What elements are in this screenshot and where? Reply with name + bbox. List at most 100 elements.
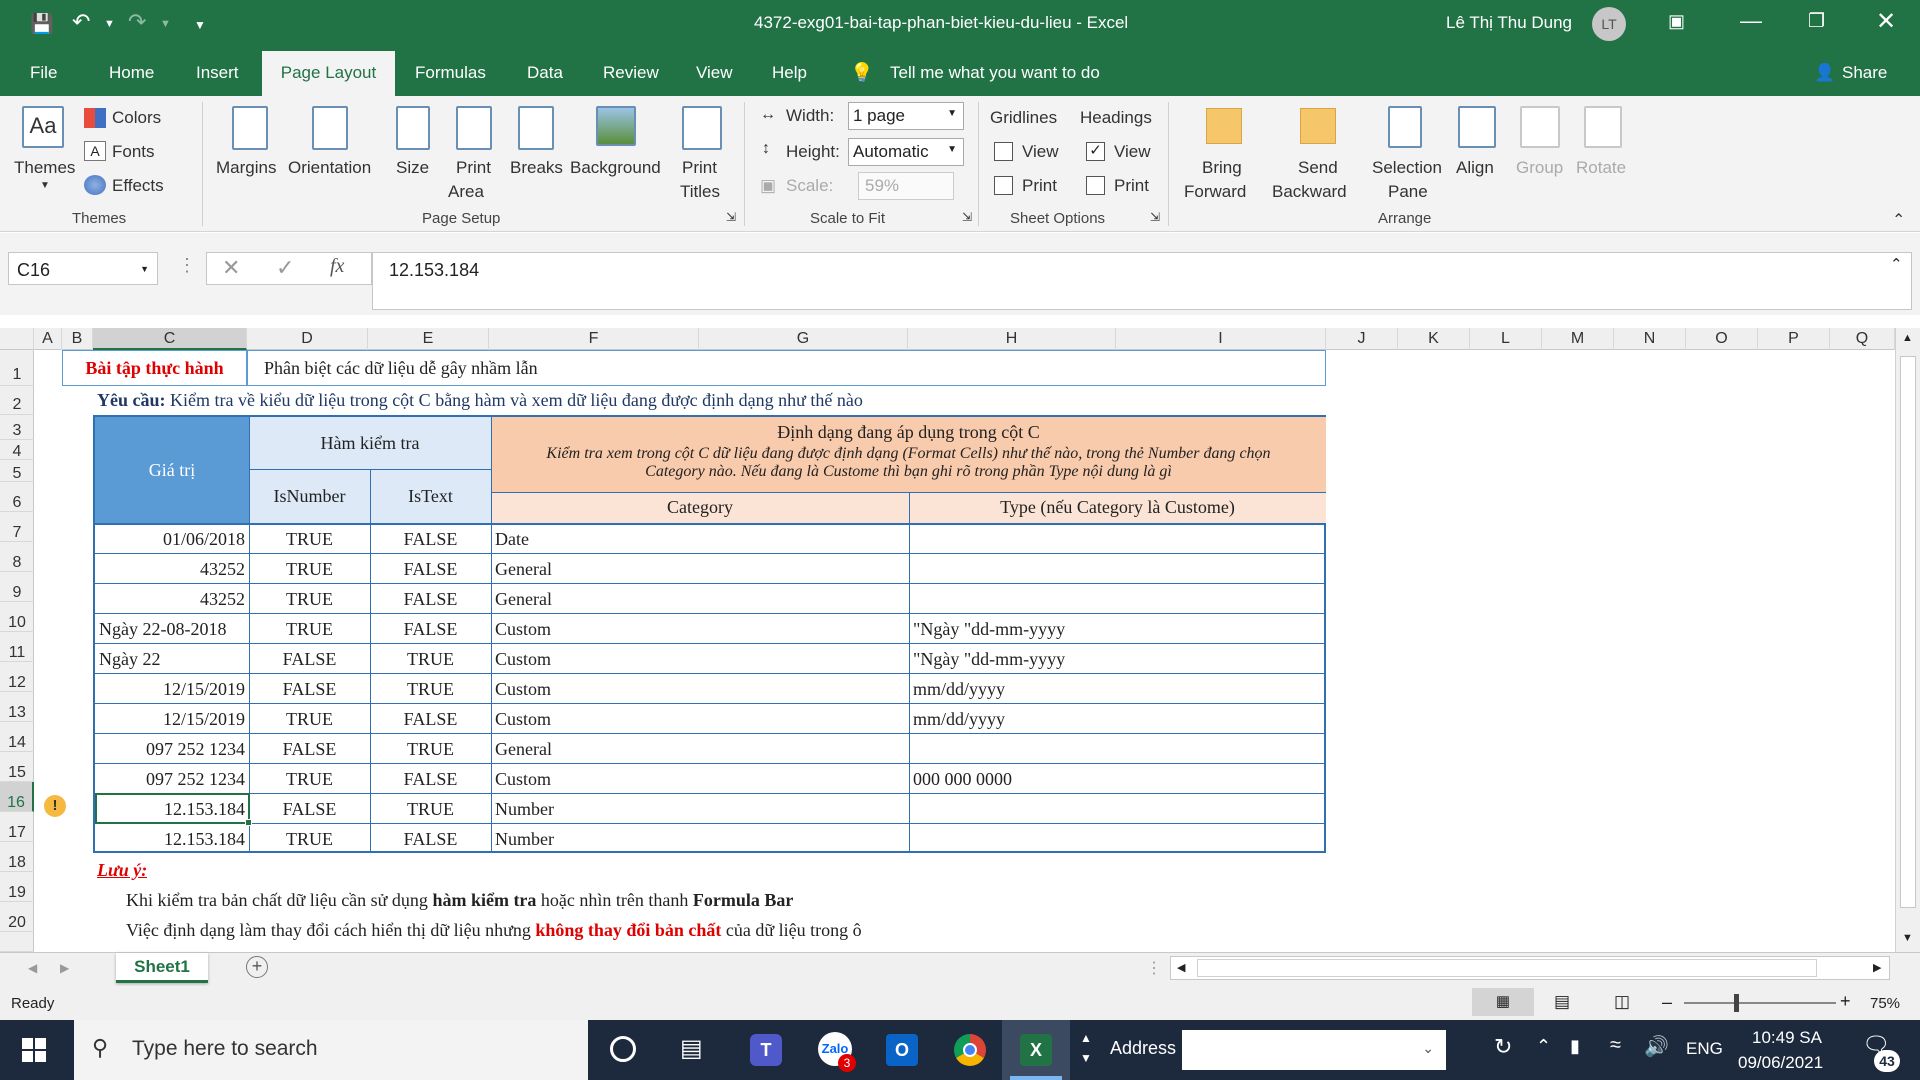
cell-category[interactable]: Custom xyxy=(491,614,909,644)
selection-pane-button[interactable]: Selection xyxy=(1372,158,1442,178)
address-input[interactable]: ⌄ xyxy=(1182,1030,1446,1070)
tab-view[interactable]: View xyxy=(696,63,733,83)
row-header[interactable]: 20 xyxy=(0,902,34,932)
teams-icon[interactable]: T xyxy=(750,1034,782,1066)
cell-istext[interactable]: FALSE xyxy=(370,554,491,584)
tab-formulas[interactable]: Formulas xyxy=(415,63,486,83)
row-header[interactable]: 6 xyxy=(0,482,34,512)
row-header[interactable]: 5 xyxy=(0,460,34,482)
cell-type[interactable] xyxy=(909,824,1326,854)
zoom-slider-thumb[interactable] xyxy=(1734,994,1739,1012)
col-header-l[interactable]: L xyxy=(1470,328,1542,350)
col-header-p[interactable]: P xyxy=(1758,328,1830,350)
cell-value[interactable]: 43252 xyxy=(95,554,249,584)
headings-view-checkbox[interactable]: ✓ xyxy=(1086,142,1105,161)
name-box[interactable]: C16 ▼ xyxy=(8,252,158,285)
row-header[interactable]: 15 xyxy=(0,752,34,782)
avatar[interactable]: LT xyxy=(1592,7,1626,41)
collapse-ribbon-icon[interactable]: ⌃ xyxy=(1892,210,1905,230)
note-title[interactable]: Lưu ý: xyxy=(97,860,147,881)
expand-formula-icon[interactable]: ⌃ xyxy=(1890,255,1903,273)
cell-isnumber[interactable]: TRUE xyxy=(249,524,370,554)
size-icon[interactable] xyxy=(396,106,430,150)
vertical-scrollbar[interactable]: ▲ ▼ xyxy=(1895,328,1920,952)
header-ham-kiem-tra[interactable]: Hàm kiểm tra xyxy=(249,417,491,469)
sheet-options-launcher-icon[interactable]: ⇲ xyxy=(1150,210,1160,224)
cell-type[interactable] xyxy=(909,584,1326,614)
row-header[interactable]: 3 xyxy=(0,415,34,440)
cell-value[interactable]: 43252 xyxy=(95,584,249,614)
horizontal-scrollbar[interactable]: ◀ ▶ xyxy=(1170,956,1890,980)
col-header-k[interactable]: K xyxy=(1398,328,1470,350)
battery-icon[interactable]: ▮ xyxy=(1570,1036,1580,1057)
cell-istext[interactable]: FALSE xyxy=(370,524,491,554)
scroll-left-icon[interactable]: ◀ xyxy=(1177,961,1185,974)
gridlines-print-checkbox[interactable] xyxy=(994,176,1013,195)
cell-isnumber[interactable]: TRUE xyxy=(249,764,370,794)
row-header[interactable]: 1 xyxy=(0,350,34,386)
cell-value[interactable]: 12/15/2019 xyxy=(95,704,249,734)
background-icon[interactable] xyxy=(596,106,636,146)
row-header[interactable]: 8 xyxy=(0,542,34,572)
task-view-icon[interactable]: ▤ xyxy=(680,1034,703,1063)
row-header[interactable]: 4 xyxy=(0,440,34,460)
sheet-next-icon[interactable]: ▶ xyxy=(60,961,69,975)
cell-type[interactable]: 000 000 0000 xyxy=(909,764,1326,794)
cell-istext[interactable]: FALSE xyxy=(370,764,491,794)
customize-qat-icon[interactable]: ▼ xyxy=(194,18,206,32)
fill-handle[interactable] xyxy=(245,819,252,826)
undo-icon[interactable]: ↶ xyxy=(72,9,90,35)
header-category[interactable]: Category xyxy=(491,492,909,523)
rotate-icon[interactable] xyxy=(1584,106,1622,148)
row-header[interactable]: 19 xyxy=(0,872,34,902)
page-layout-view-icon[interactable]: ▤ xyxy=(1554,992,1570,1012)
col-header-i[interactable]: I xyxy=(1116,328,1326,350)
row-header[interactable]: 10 xyxy=(0,602,34,632)
close-icon[interactable]: ✕ xyxy=(1876,7,1896,36)
row-header[interactable]: 9 xyxy=(0,572,34,602)
cell-istext[interactable]: FALSE xyxy=(370,614,491,644)
zoom-in-icon[interactable]: + xyxy=(1840,991,1851,1012)
themes-dropdown-icon[interactable]: ▼ xyxy=(40,180,50,191)
cell-istext[interactable]: TRUE xyxy=(370,674,491,704)
cell-isnumber[interactable]: FALSE xyxy=(249,674,370,704)
gridlines-view-checkbox[interactable] xyxy=(994,142,1013,161)
col-header-c[interactable]: C xyxy=(93,328,247,350)
cell-istext[interactable]: FALSE xyxy=(370,704,491,734)
scroll-thumb[interactable] xyxy=(1900,356,1916,908)
col-header-e[interactable]: E xyxy=(368,328,489,350)
scroll-down-icon[interactable]: ▼ xyxy=(1902,932,1913,944)
col-header-g[interactable]: G xyxy=(699,328,908,350)
zoom-level[interactable]: 75% xyxy=(1870,995,1900,1012)
minimize-icon[interactable]: — xyxy=(1740,8,1762,34)
col-header-f[interactable]: F xyxy=(489,328,699,350)
cancel-icon[interactable]: ✕ xyxy=(222,255,240,281)
cell-category[interactable]: Custom xyxy=(491,704,909,734)
clock-date[interactable]: 09/06/2021 xyxy=(1738,1053,1823,1073)
row-header[interactable]: 16 xyxy=(0,782,34,812)
row-header[interactable]: 17 xyxy=(0,812,34,842)
wifi-icon[interactable]: ≈ xyxy=(1610,1034,1621,1057)
rotate-button[interactable]: Rotate xyxy=(1576,158,1626,178)
col-header-b[interactable]: B xyxy=(62,328,93,350)
cell-category[interactable]: Date xyxy=(491,524,909,554)
col-header-q[interactable]: Q xyxy=(1830,328,1895,350)
breaks-button[interactable]: Breaks xyxy=(510,158,563,178)
scale-spinner[interactable]: 59% xyxy=(858,172,954,200)
orientation-button[interactable]: Orientation xyxy=(288,158,371,178)
breaks-icon[interactable] xyxy=(518,106,554,150)
cell-d1[interactable]: Phân biệt các dữ liệu dễ gây nhầm lẫn xyxy=(247,350,1326,386)
cell-type[interactable] xyxy=(909,734,1326,764)
cell-type[interactable]: "Ngày "dd-mm-yyyy xyxy=(909,644,1326,674)
select-all-corner[interactable] xyxy=(0,328,34,350)
tab-insert[interactable]: Insert xyxy=(196,63,239,83)
add-sheet-icon[interactable]: + xyxy=(246,956,268,978)
send-backward-icon[interactable] xyxy=(1300,108,1336,144)
col-header-d[interactable]: D xyxy=(247,328,368,350)
header-isnumber[interactable]: IsNumber xyxy=(249,469,370,523)
cell-value[interactable]: Ngày 22 xyxy=(95,644,249,674)
background-button[interactable]: Background xyxy=(570,158,661,178)
cell-category[interactable]: Custom xyxy=(491,764,909,794)
share-icon[interactable]: 👤 xyxy=(1814,63,1835,83)
margins-button[interactable]: Margins xyxy=(216,158,276,178)
